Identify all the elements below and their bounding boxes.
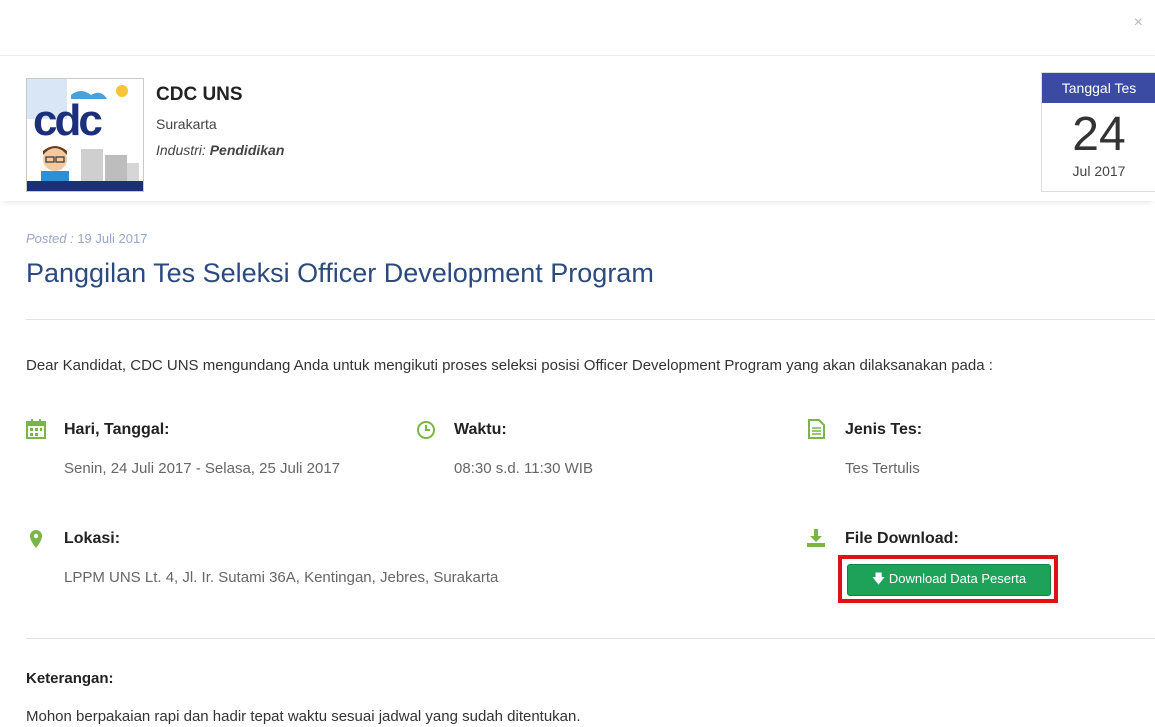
download-highlight: 🡇 Download Data Peserta bbox=[838, 555, 1058, 603]
notes-label: Keterangan: bbox=[26, 670, 114, 687]
svg-text:cdc: cdc bbox=[33, 96, 102, 145]
posted-date: Posted : 19 Juli 2017 bbox=[26, 231, 147, 246]
company-city: Surakarta bbox=[156, 116, 217, 132]
location-label: Lokasi: bbox=[64, 530, 121, 547]
test-date-day: 24 bbox=[1072, 108, 1126, 161]
posted-prefix: Posted : bbox=[26, 231, 78, 246]
page-title: Panggilan Tes Seleksi Officer Developmen… bbox=[26, 258, 654, 288]
download-button-label: Download Data Peserta bbox=[888, 571, 1027, 586]
company-name: CDC UNS bbox=[156, 84, 243, 105]
document-icon bbox=[806, 419, 826, 439]
download-data-peserta-button[interactable]: 🡇 Download Data Peserta bbox=[847, 564, 1051, 596]
test-date-box: Tanggal Tes 24 Jul 2017 bbox=[1041, 72, 1155, 192]
time-label: Waktu: bbox=[454, 421, 507, 438]
posted-value: 19 Juli 2017 bbox=[77, 231, 148, 246]
divider bbox=[26, 319, 1155, 320]
test-type-label: Jenis Tes: bbox=[845, 421, 923, 438]
intro-text: Dear Kandidat, CDC UNS mengundang Anda u… bbox=[26, 357, 993, 374]
company-logo: cdc bbox=[26, 78, 144, 192]
industry-prefix: Industri: bbox=[156, 142, 210, 158]
time-value: 08:30 s.d. 11:30 WIB bbox=[454, 460, 593, 477]
industry-value: Pendidikan bbox=[209, 142, 285, 158]
file-download-label: File Download: bbox=[845, 530, 959, 547]
download-icon bbox=[806, 528, 826, 548]
clock-icon bbox=[416, 420, 436, 440]
divider bbox=[26, 638, 1155, 639]
map-marker-icon bbox=[26, 529, 46, 549]
test-date-header: Tanggal Tes bbox=[1042, 73, 1155, 103]
arrow-down-icon: 🡇 bbox=[871, 571, 886, 586]
test-date-month: Jul 2017 bbox=[1072, 163, 1126, 179]
close-icon[interactable]: × bbox=[1134, 14, 1143, 32]
date-value: Senin, 24 Juli 2017 - Selasa, 25 Juli 20… bbox=[64, 460, 341, 477]
calendar-icon bbox=[26, 419, 46, 439]
company-industry: Industri: Pendidikan bbox=[156, 142, 284, 158]
notes-text: Mohon berpakaian rapi dan hadir tepat wa… bbox=[26, 708, 581, 725]
location-value: LPPM UNS Lt. 4, Jl. Ir. Sutami 36A, Kent… bbox=[64, 569, 499, 586]
test-type-value: Tes Tertulis bbox=[845, 460, 920, 477]
date-label: Hari, Tanggal: bbox=[64, 421, 170, 438]
